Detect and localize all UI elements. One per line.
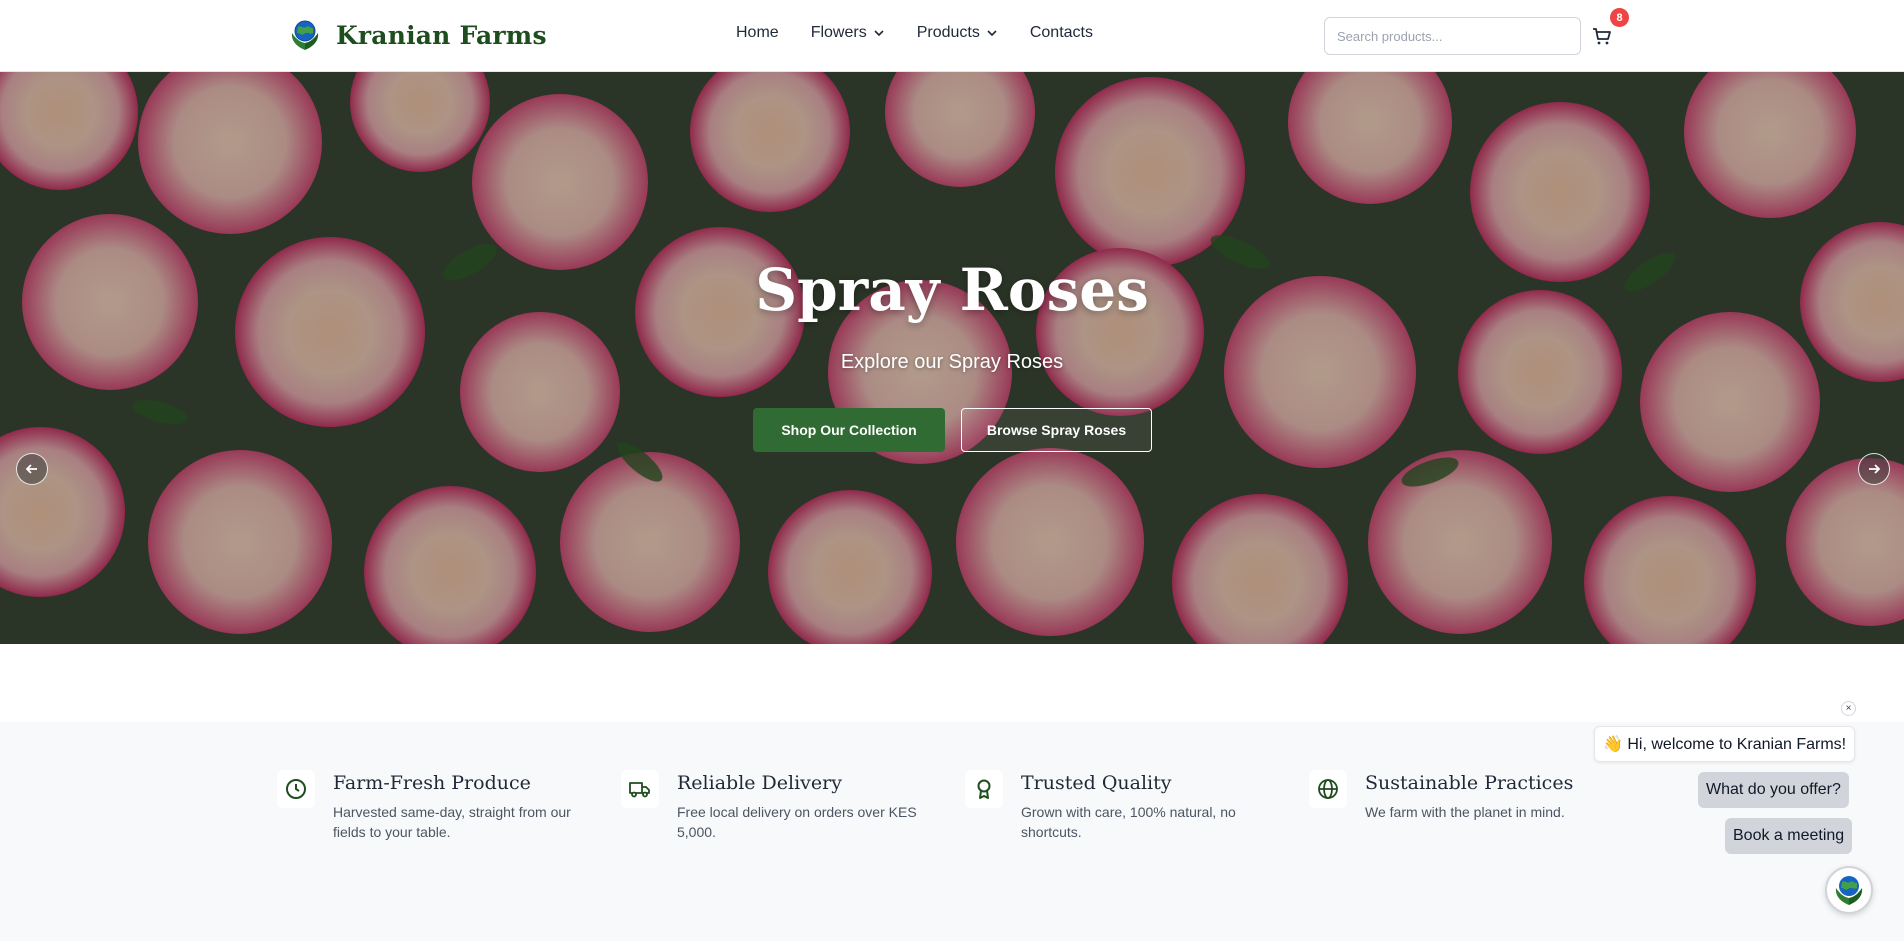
feature-icon-wrap (277, 770, 315, 808)
feature-item: Farm-Fresh Produce Harvested same-day, s… (277, 770, 597, 842)
chat-close-button[interactable]: × (1841, 701, 1856, 716)
globe-leaf-logo-icon (291, 20, 319, 50)
nav-products[interactable]: Products (917, 24, 998, 42)
feature-title: Reliable Delivery (677, 772, 842, 794)
hero-title: Spray Roses (755, 256, 1149, 324)
clock-icon (286, 779, 306, 799)
carousel-prev-button[interactable] (16, 453, 48, 485)
feature-title: Sustainable Practices (1365, 772, 1574, 794)
main-nav: Home Flowers Products Contacts (736, 24, 1093, 42)
chat-option-book-meeting[interactable]: Book a meeting (1725, 818, 1853, 854)
hero-carousel: Spray Roses Explore our Spray Roses Shop… (0, 72, 1904, 644)
search-input[interactable] (1324, 17, 1581, 55)
nav-products-label: Products (916, 24, 980, 41)
feature-item: Sustainable Practices We farm with the p… (1309, 770, 1629, 822)
globe-leaf-logo-icon (1835, 876, 1863, 905)
brand-logo[interactable]: Kranian Farms (288, 17, 547, 53)
globe-icon (1318, 779, 1338, 799)
cart-count-badge: 8 (1610, 8, 1629, 27)
brand-name: Kranian Farms (336, 20, 547, 50)
feature-description: Harvested same-day, straight from our fi… (333, 804, 571, 840)
chat-launcher-button[interactable] (1825, 866, 1873, 914)
feature-description: We farm with the planet in mind. (1365, 804, 1565, 820)
cart-icon[interactable] (1590, 24, 1614, 48)
feature-title: Farm-Fresh Produce (333, 772, 531, 794)
hero-subtitle: Explore our Spray Roses (840, 351, 1064, 373)
nav-flowers-label: Flowers (810, 24, 867, 41)
feature-title: Trusted Quality (1021, 772, 1172, 794)
chevron-down-icon (987, 30, 997, 37)
feature-description: Grown with care, 100% natural, no shortc… (1021, 804, 1236, 840)
chat-option-what-do-you-offer[interactable]: What do you offer? (1698, 772, 1849, 808)
feature-description: Free local delivery on orders over KES 5… (677, 804, 917, 840)
feature-icon-wrap (621, 770, 659, 808)
site-header: Kranian Farms Home Flowers Products Cont… (0, 0, 1904, 72)
feature-item: Trusted Quality Grown with care, 100% na… (965, 770, 1285, 842)
browse-spray-roses-button[interactable]: Browse Spray Roses (961, 408, 1152, 452)
nav-flowers[interactable]: Flowers (811, 24, 885, 42)
nav-home-label: Home (736, 24, 779, 41)
nav-contacts[interactable]: Contacts (1030, 24, 1093, 42)
arrow-right-icon (1869, 464, 1881, 474)
chat-greeting-bubble: 👋 Hi, welcome to Kranian Farms! (1594, 726, 1856, 762)
nav-home[interactable]: Home (736, 24, 779, 42)
arrow-left-icon (25, 464, 37, 474)
feature-icon-wrap (965, 770, 1003, 808)
truck-icon (629, 782, 650, 798)
carousel-next-button[interactable] (1858, 453, 1890, 485)
chevron-down-icon (874, 30, 884, 37)
feature-item: Reliable Delivery Free local delivery on… (621, 770, 941, 842)
feature-icon-wrap (1309, 770, 1347, 808)
award-icon (977, 779, 991, 799)
shop-collection-button[interactable]: Shop Our Collection (753, 408, 945, 452)
nav-contacts-label: Contacts (1029, 24, 1093, 41)
